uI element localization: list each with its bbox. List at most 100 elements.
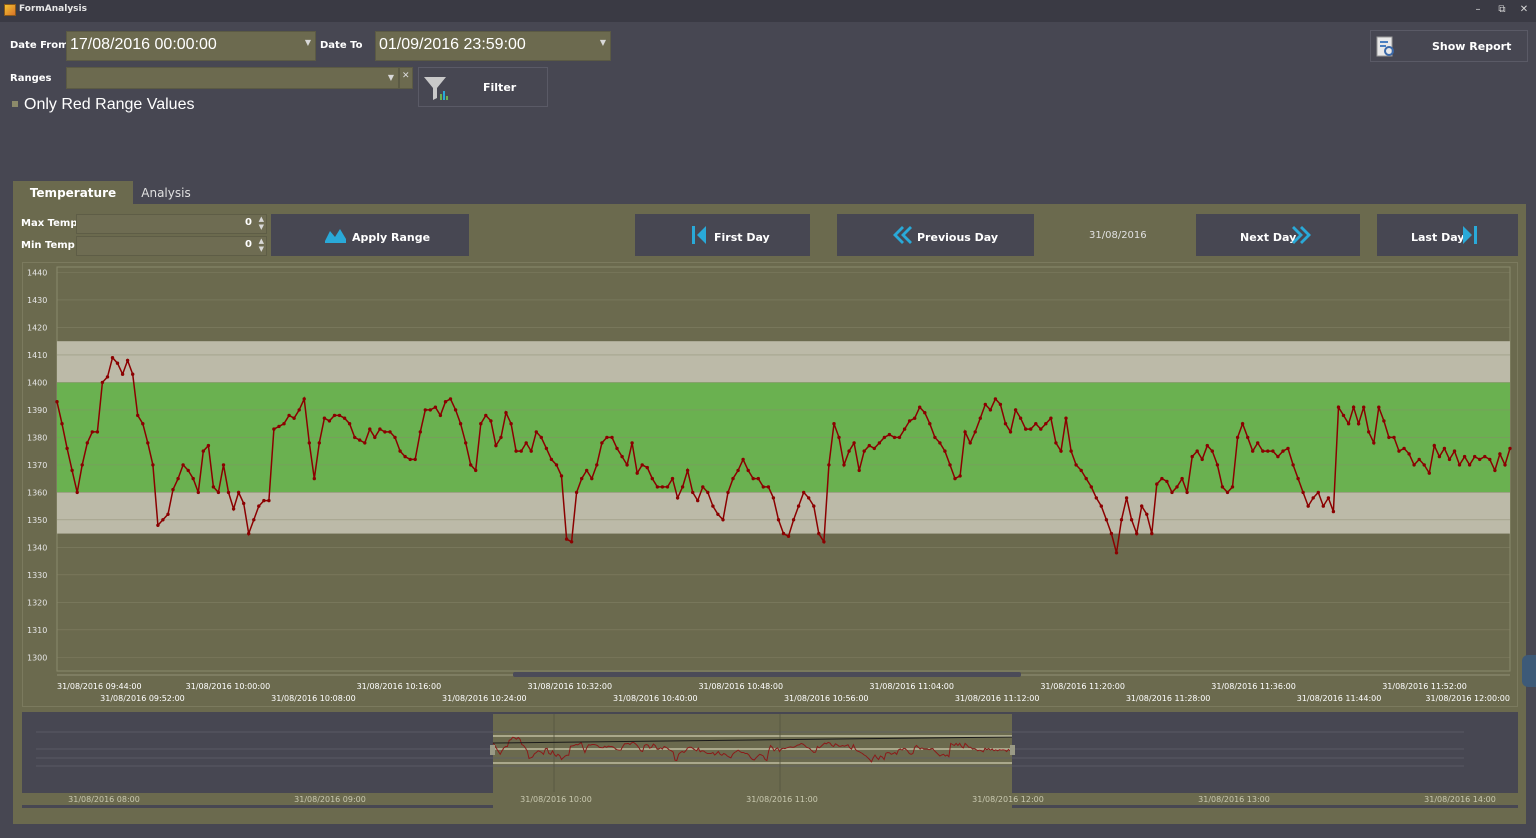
restore-button[interactable]: ⧉	[1494, 3, 1510, 17]
data-point	[872, 446, 876, 451]
max-temp-spinner[interactable]: 0 ▲ ▼	[76, 214, 267, 234]
data-point	[635, 471, 639, 475]
data-point	[151, 463, 155, 467]
data-point	[1432, 443, 1437, 448]
x-tick-label: 31/08/2016 11:04:00	[869, 682, 954, 691]
data-point	[630, 441, 634, 445]
data-point	[221, 463, 226, 467]
data-point	[247, 531, 251, 536]
data-point	[1392, 435, 1396, 440]
tab-analysis[interactable]: Analysis	[138, 181, 194, 205]
data-point	[474, 468, 478, 473]
data-point	[423, 408, 427, 412]
data-point	[1018, 416, 1023, 420]
x-tick-label: 31/08/2016 10:32:00	[528, 682, 613, 691]
show-report-label: Show Report	[1432, 40, 1512, 53]
data-point	[877, 441, 882, 445]
data-point	[978, 416, 982, 420]
data-point	[564, 537, 569, 541]
data-point	[590, 476, 594, 481]
data-point	[963, 430, 967, 434]
data-point	[1220, 485, 1225, 489]
data-point	[413, 457, 417, 462]
data-point	[585, 468, 589, 473]
data-point	[897, 435, 902, 440]
y-tick-label: 1330	[27, 571, 47, 580]
y-tick-label: 1420	[27, 323, 47, 332]
show-report-button[interactable]: Show Report	[1370, 30, 1528, 62]
ranges-clear-button[interactable]: ✕	[399, 67, 413, 89]
data-point	[479, 422, 483, 426]
date-from-picker[interactable]: 17/08/2016 00:00:00 ▼	[66, 31, 316, 61]
data-point	[1079, 468, 1083, 473]
min-temp-spinner[interactable]: 0 ▲ ▼	[76, 236, 267, 256]
max-temp-label: Max Temp	[21, 218, 78, 229]
data-point	[337, 413, 342, 418]
data-point	[645, 465, 649, 470]
data-point	[580, 476, 584, 481]
x-tick-label: 31/08/2016 10:00:00	[186, 682, 271, 691]
data-point	[1488, 457, 1492, 462]
x-tick-label: 31/08/2016 11:28:00	[1126, 694, 1211, 703]
next-day-button[interactable]: Next Day	[1196, 214, 1360, 256]
tab-temperature-chart[interactable]: Temperature Chart	[13, 181, 133, 224]
data-point	[887, 432, 892, 437]
data-point	[595, 463, 599, 467]
minimize-button[interactable]: –	[1470, 3, 1486, 17]
data-point	[605, 435, 609, 440]
chevron-down-icon[interactable]: ▼	[388, 73, 394, 82]
data-point	[907, 419, 912, 423]
close-button[interactable]: ✕	[1516, 3, 1532, 17]
spinner-arrows-icon[interactable]: ▲ ▼	[259, 215, 264, 231]
data-point	[1412, 463, 1416, 467]
data-point	[721, 518, 725, 522]
data-point	[1493, 468, 1497, 473]
data-point	[736, 468, 740, 473]
last-day-button[interactable]: Last Day	[1377, 214, 1518, 256]
previous-day-label: Previous Day	[917, 231, 999, 244]
data-point	[1094, 496, 1099, 500]
ranges-combobox[interactable]: ▼	[66, 67, 399, 89]
data-point	[514, 449, 518, 453]
apply-range-button[interactable]: Apply Range	[271, 214, 469, 256]
date-to-picker[interactable]: 01/09/2016 23:59:00 ▼	[375, 31, 611, 61]
only-red-checkbox[interactable]	[12, 101, 18, 107]
app-icon	[4, 4, 16, 16]
navigator-tick-label: 31/08/2016 10:00	[520, 795, 592, 804]
data-point	[156, 523, 160, 527]
data-point	[1296, 476, 1300, 481]
data-point	[90, 430, 95, 434]
filter-button[interactable]: Filter	[418, 67, 548, 107]
data-point	[1230, 485, 1235, 489]
only-red-label: Only Red Range Values	[24, 96, 195, 113]
last-day-label: Last Day	[1411, 231, 1465, 244]
x-tick-label: 31/08/2016 09:52:00	[100, 694, 185, 703]
data-point	[332, 413, 337, 418]
side-panel-handle[interactable]	[1522, 655, 1536, 687]
data-point	[1215, 463, 1220, 467]
previous-day-button[interactable]: Previous Day	[837, 214, 1034, 256]
data-point	[1039, 427, 1043, 431]
data-point	[1205, 443, 1210, 448]
chevron-down-icon[interactable]: ▼	[600, 38, 606, 47]
range-navigator[interactable]: 31/08/2016 08:00 31/08/2016 09:00 31/08/20…	[22, 712, 1518, 808]
temperature-chart[interactable]: 1440 1430 1420 1410 1400 1390 1380 1370 1360 1350…	[22, 262, 1518, 707]
data-point	[277, 424, 281, 429]
data-point	[252, 518, 256, 522]
data-point	[1462, 454, 1467, 459]
data-point	[842, 463, 846, 467]
first-day-button[interactable]: First Day	[635, 214, 810, 256]
data-point	[1129, 518, 1134, 522]
data-point	[1336, 405, 1341, 409]
spinner-arrows-icon[interactable]: ▲ ▼	[259, 237, 264, 253]
data-point	[933, 435, 937, 440]
data-point	[125, 358, 130, 363]
navigator-tick-label: 31/08/2016 11:00	[746, 795, 818, 804]
data-point	[60, 422, 64, 426]
data-point	[746, 468, 750, 473]
data-point	[494, 443, 498, 448]
data-point	[716, 512, 720, 516]
data-point	[519, 449, 523, 453]
chevron-down-icon[interactable]: ▼	[305, 38, 311, 47]
data-point	[1135, 531, 1139, 536]
